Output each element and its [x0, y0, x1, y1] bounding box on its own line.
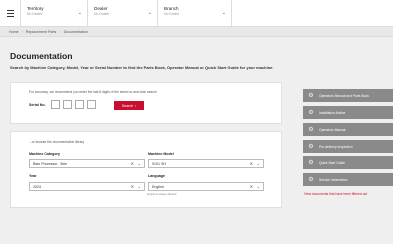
breadcrumb-home[interactable]: Home — [9, 30, 19, 34]
chevron-down-icon: ⌄ — [137, 161, 141, 166]
side-item-operators-manual[interactable]: ⚙ Operators Manual — [303, 123, 393, 136]
clear-icon[interactable]: ✕ — [131, 161, 134, 166]
year-label: Year — [29, 174, 37, 178]
side-item-label: Pre-delivery Inspection — [319, 144, 353, 149]
dealer-selector[interactable]: Dealer No Dealer ⌄ — [88, 0, 158, 27]
breadcrumb-replacement-parts[interactable]: Replacement Parts — [26, 30, 57, 34]
side-item-service-information[interactable]: ⚙ Service Information — [303, 173, 393, 186]
side-item-label: Installation Advice — [319, 110, 346, 115]
hamburger-icon[interactable] — [0, 0, 21, 27]
side-item-pre-delivery-inspection[interactable]: ⚙ Pre-delivery Inspection — [303, 140, 393, 153]
chevron-down-icon: ⌄ — [147, 10, 152, 16]
gear-icon: ⚙ — [308, 160, 314, 166]
gear-icon: ⚙ — [308, 93, 314, 99]
clear-icon[interactable]: ✕ — [250, 184, 253, 189]
side-item-quick-start-guide[interactable]: ⚙ Quick Start Guide — [303, 156, 393, 169]
clear-icon[interactable]: ✕ — [250, 161, 253, 166]
serial-label: Serial No. — [29, 103, 46, 107]
chevron-down-icon: ⌄ — [256, 161, 260, 166]
filtered-documents-link[interactable]: View documents that have been filtered o… — [304, 192, 367, 196]
side-item-label: Quick Start Guide — [319, 160, 346, 165]
arrow-right-icon: › — [135, 103, 137, 108]
gear-icon: ⚙ — [308, 144, 314, 150]
search-button[interactable]: Search › — [114, 101, 144, 110]
machine-category-label: Machine Category — [29, 152, 60, 156]
serial-digit-input[interactable] — [75, 100, 84, 109]
year-value: 2024 — [33, 185, 41, 189]
serial-digit-input[interactable] — [63, 100, 72, 109]
language-select[interactable]: English ✕ ⌄ — [148, 182, 264, 191]
breadcrumb-separator: › — [21, 29, 23, 34]
chevron-down-icon: ⌄ — [77, 10, 82, 16]
search-button-label: Search — [121, 103, 134, 108]
top-bar: Territory No Dealer ⌄ Dealer No Dealer ⌄… — [0, 0, 393, 27]
serial-search-panel: For accuracy, we recommend you enter the… — [10, 82, 282, 124]
side-item-label: Service Information — [319, 177, 348, 182]
gear-icon: ⚙ — [308, 177, 314, 183]
branch-selector[interactable]: Branch No Dealer ⌄ — [158, 0, 232, 27]
serial-digit-input[interactable] — [51, 100, 60, 109]
serial-hint: For accuracy, we recommend you enter the… — [29, 90, 157, 94]
machine-model-select[interactable]: 9101 SH ✕ ⌄ — [148, 159, 264, 168]
side-item-label: Operators Manual and Parts Book — [319, 93, 369, 98]
gear-icon: ⚙ — [308, 127, 314, 133]
side-item-label: Operators Manual — [319, 127, 346, 132]
machine-category-select[interactable]: Bale Processor - Brie ✕ ⌄ — [29, 159, 145, 168]
year-select[interactable]: 2024 ✕ ⌄ — [29, 182, 145, 191]
browse-intro: ...or browse the documentation library — [29, 140, 85, 144]
page-title: Documentation — [10, 51, 73, 61]
language-label: Language — [148, 174, 165, 178]
browse-library-panel: ...or browse the documentation library M… — [10, 131, 282, 208]
breadcrumb-separator: › — [59, 29, 61, 34]
page-subtitle: Search by Machine Category, Model, Year … — [10, 65, 274, 70]
side-item-installation-advice[interactable]: ⚙ Installation Advice — [303, 106, 393, 119]
chevron-down-icon: ⌄ — [221, 10, 226, 16]
machine-category-value: Bale Processor - Brie — [33, 162, 67, 166]
machine-model-label: Machine Model — [148, 152, 174, 156]
serial-digit-input[interactable] — [87, 100, 96, 109]
territory-selector[interactable]: Territory No Dealer ⌄ — [21, 0, 88, 27]
chevron-down-icon: ⌄ — [137, 184, 141, 189]
side-item-operators-manual-parts-book[interactable]: ⚙ Operators Manual and Parts Book — [303, 89, 393, 102]
language-note: English is always allowed — [147, 193, 177, 196]
chevron-down-icon: ⌄ — [256, 184, 260, 189]
language-value: English — [152, 185, 164, 189]
breadcrumb: Home › Replacement Parts › Documentation — [0, 27, 393, 37]
gear-icon: ⚙ — [308, 110, 314, 116]
breadcrumb-documentation: Documentation — [63, 29, 88, 34]
machine-model-value: 9101 SH — [152, 162, 166, 166]
clear-icon[interactable]: ✕ — [131, 184, 134, 189]
